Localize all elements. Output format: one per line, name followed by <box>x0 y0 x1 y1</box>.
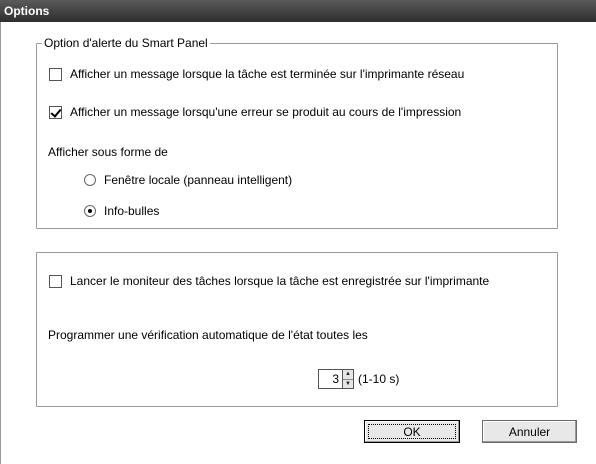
cancel-button[interactable]: Annuler <box>482 420 577 443</box>
network-message-label: Afficher un message lorsque la tâche est… <box>70 67 465 81</box>
spin-buttons[interactable]: ▲ ▼ <box>342 369 354 389</box>
error-message-checkbox[interactable] <box>49 105 62 119</box>
display-as-text: Afficher sous forme de <box>48 145 168 159</box>
radio-tooltips[interactable]: Info-bulles <box>84 204 159 218</box>
alert-options-legend: Option d'alerte du Smart Panel <box>42 36 210 50</box>
interval-range-label: (1-10 s) <box>358 372 400 386</box>
ok-focus-ring <box>368 424 456 439</box>
spin-up-icon[interactable]: ▲ <box>343 370 353 379</box>
local-window-radio[interactable] <box>84 174 96 186</box>
launch-monitor-option[interactable]: Lancer le moniteur des tâches lorsque la… <box>49 274 489 288</box>
window-title: Options <box>4 4 50 18</box>
schedule-check-label: Programmer une vérification automatique … <box>48 328 368 342</box>
launch-monitor-label: Lancer le moniteur des tâches lorsque la… <box>70 274 490 288</box>
options-dialog: Option d'alerte du Smart Panel Afficher … <box>0 22 596 464</box>
error-message-label: Afficher un message lorsqu'une erreur se… <box>70 105 462 119</box>
tooltips-label: Info-bulles <box>104 204 160 218</box>
tooltips-radio[interactable] <box>84 205 96 217</box>
cancel-button-label: Annuler <box>508 424 551 439</box>
network-message-option[interactable]: Afficher un message lorsque la tâche est… <box>49 67 464 81</box>
launch-monitor-checkbox[interactable] <box>49 274 62 288</box>
network-message-checkbox[interactable] <box>49 67 62 81</box>
error-message-option[interactable]: Afficher un message lorsqu'une erreur se… <box>49 105 461 119</box>
radio-local-window[interactable]: Fenêtre locale (panneau intelligent) <box>84 173 292 187</box>
display-as-label: Afficher sous forme de <box>48 145 168 159</box>
local-window-label: Fenêtre locale (panneau intelligent) <box>104 173 293 187</box>
interval-spinner[interactable]: 3 ▲ ▼ (1-10 s) <box>318 369 399 389</box>
ok-button[interactable]: OK <box>364 420 460 443</box>
title-bar: Options <box>0 0 596 22</box>
schedule-check-text: Programmer une vérification automatique … <box>48 328 368 342</box>
interval-input[interactable]: 3 <box>318 369 342 389</box>
spin-down-icon[interactable]: ▼ <box>343 378 353 388</box>
